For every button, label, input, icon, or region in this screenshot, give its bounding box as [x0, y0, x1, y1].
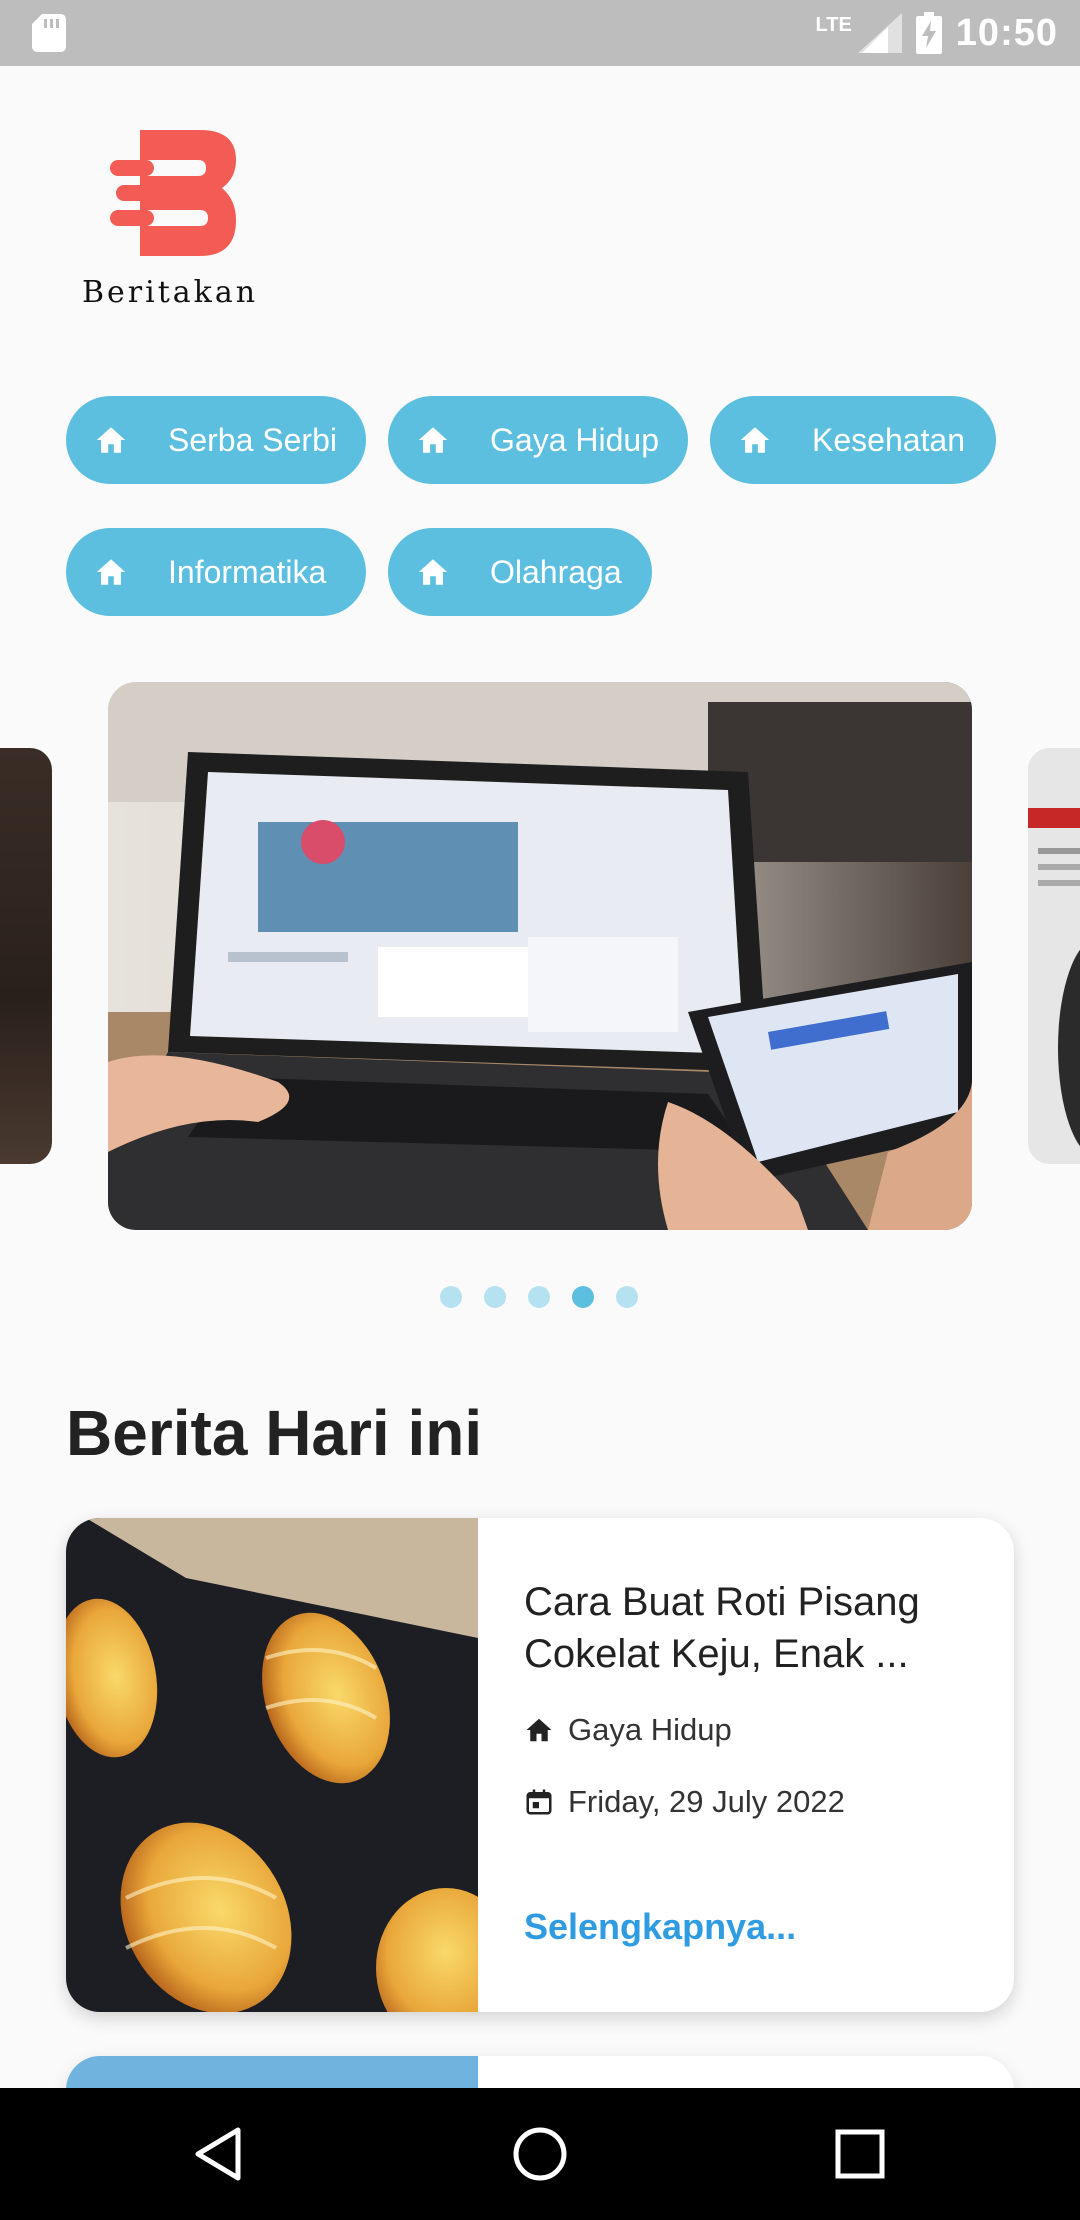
carousel-slide-active[interactable] — [108, 682, 972, 1230]
category-chip-gaya-hidup[interactable]: Gaya Hidup — [388, 396, 688, 484]
category-chip-informatika[interactable]: Informatika — [66, 528, 366, 616]
network-type: LTE — [815, 13, 852, 36]
clock: 10:50 — [955, 11, 1058, 54]
news-date-label: Friday, 29 July 2022 — [568, 1784, 845, 1819]
home-icon — [96, 427, 126, 453]
laptop-phone-image — [108, 682, 972, 1230]
carousel-dot-active[interactable] — [572, 1286, 594, 1308]
read-more-link[interactable]: Selengkapnya... — [524, 1906, 796, 1948]
carousel-dot[interactable] — [616, 1286, 638, 1308]
home-icon — [740, 427, 770, 453]
carousel-dot[interactable] — [528, 1286, 550, 1308]
category-label: Serba Serbi — [168, 421, 337, 458]
home-icon — [526, 1718, 552, 1742]
newspaper-image — [1028, 748, 1080, 1164]
category-chip-kesehatan[interactable]: Kesehatan — [710, 396, 996, 484]
status-bar: LTE 10:50 — [0, 0, 1080, 66]
category-label: Olahraga — [490, 553, 622, 590]
news-date: Friday, 29 July 2022 — [524, 1784, 845, 1820]
news-thumbnail-image — [66, 1518, 478, 2012]
category-label: Informatika — [168, 553, 327, 590]
news-category: Gaya Hidup — [524, 1712, 732, 1748]
carousel-dot[interactable] — [440, 1286, 462, 1308]
news-card[interactable]: Cara Buat Roti Pisang Cokelat Keju, Enak… — [66, 1518, 1014, 2012]
category-label: Kesehatan — [812, 421, 966, 458]
home-nav-icon[interactable] — [504, 2118, 576, 2190]
signal-icon — [857, 13, 902, 53]
carousel-slide-next[interactable] — [1028, 748, 1080, 1164]
logo-text: Beritakan — [81, 275, 259, 310]
home-icon — [418, 559, 448, 585]
home-icon — [418, 427, 448, 453]
carousel-slide-previous[interactable] — [0, 748, 52, 1164]
app-logo: Beritakan — [80, 120, 260, 320]
carousel-dot[interactable] — [484, 1286, 506, 1308]
system-nav-bar — [0, 2088, 1080, 2220]
section-title: Berita Hari ini — [66, 1397, 483, 1469]
battery-charging-icon — [915, 12, 942, 54]
logo-mark-icon — [110, 130, 236, 256]
home-icon — [96, 559, 126, 585]
calendar-icon — [526, 1789, 552, 1815]
sd-card-icon — [32, 14, 66, 52]
news-category-label: Gaya Hidup — [568, 1712, 732, 1747]
category-label: Gaya Hidup — [490, 421, 659, 458]
category-chip-serba-serbi[interactable]: Serba Serbi — [66, 396, 366, 484]
news-title: Cara Buat Roti Pisang Cokelat Keju, Enak… — [524, 1580, 920, 1676]
category-chip-olahraga[interactable]: Olahraga — [388, 528, 652, 616]
recents-icon[interactable] — [824, 2118, 896, 2190]
back-icon[interactable] — [184, 2118, 256, 2190]
carousel-indicator — [440, 1286, 638, 1308]
